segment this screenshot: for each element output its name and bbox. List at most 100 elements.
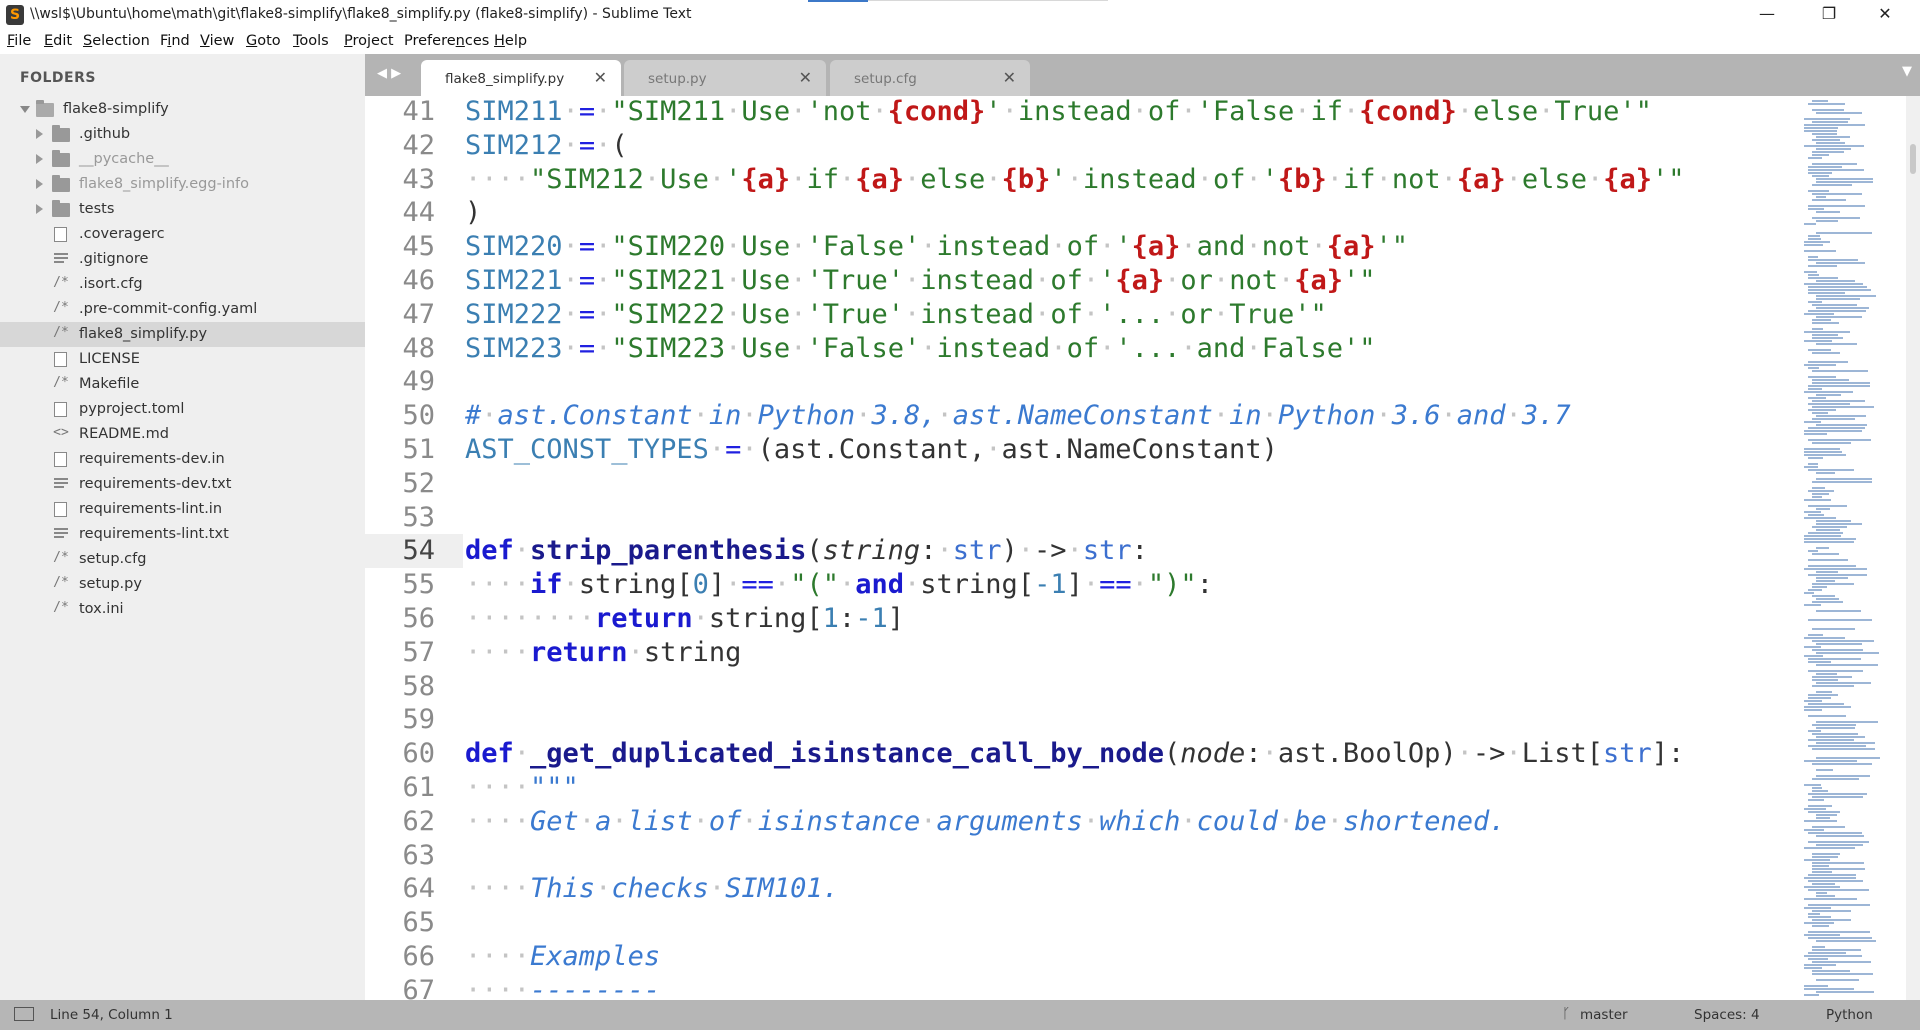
sidebar-item[interactable]: flake8-simplify (0, 97, 365, 122)
code-line[interactable]: SIM222·=·"SIM222·Use·'True'·instead·of·'… (465, 299, 1327, 330)
git-branch[interactable]: master (1580, 1007, 1628, 1023)
sidebar-item[interactable]: /* .pre-commit-config.yaml (0, 297, 365, 322)
minimap[interactable] (1800, 96, 1900, 1000)
sidebar-item[interactable]: requirements-dev.in (0, 447, 365, 472)
code-line[interactable]: AST_CONST_TYPES·=·(ast.Constant,·ast.Nam… (465, 434, 1278, 465)
vertical-scrollbar[interactable] (1906, 96, 1920, 1000)
line-number: 63 (402, 839, 435, 871)
sidebar-item-label: tox.ini (79, 601, 124, 617)
sidebar-item-label: requirements-lint.txt (79, 526, 229, 542)
sidebar-item[interactable]: <> README.md (0, 422, 365, 447)
code-line[interactable]: SIM221·=·"SIM221·Use·'True'·instead·of·'… (465, 265, 1376, 296)
indentation-setting[interactable]: Spaces: 4 (1694, 1007, 1760, 1023)
code-line[interactable]: ····"SIM212·Use·'{a}·if·{a}·else·{b}'·in… (465, 164, 1685, 195)
menu-item[interactable]: View (200, 33, 234, 49)
chevron-right-icon[interactable] (36, 179, 43, 189)
code-line[interactable]: SIM211·=·"SIM211·Use·'not·{cond}'·instea… (465, 96, 1652, 127)
line-number: 60 (402, 738, 435, 770)
tab[interactable]: flake8_simplify.py ✕ (421, 60, 621, 96)
menu-item[interactable]: Edit (44, 33, 72, 49)
code-editor[interactable]: 41 SIM211·=·"SIM211·Use·'not·{cond}'·inst… (365, 96, 1920, 1000)
menu-item[interactable]: File (7, 33, 31, 49)
sidebar-item[interactable]: /* setup.py (0, 572, 365, 597)
minimize-button[interactable]: — (1744, 0, 1790, 30)
chevron-right-icon[interactable] (36, 204, 43, 214)
folder-icon (52, 150, 70, 167)
sidebar-item[interactable]: .coveragerc (0, 222, 365, 247)
close-window-button[interactable]: ✕ (1862, 0, 1908, 30)
line-number: 46 (402, 265, 435, 296)
menu-item[interactable]: Goto (246, 33, 281, 49)
sidebar-item[interactable]: .gitignore (0, 247, 365, 272)
config-file-icon: /* (53, 550, 69, 565)
tab-nav-arrows-icon[interactable]: ◀ ▶ (377, 66, 401, 81)
sidebar-item[interactable]: tests (0, 197, 365, 222)
sidebar-item-label: setup.py (79, 576, 142, 592)
config-file-icon: /* (53, 600, 69, 615)
tab-dropdown-icon[interactable]: ▼ (1902, 64, 1912, 79)
sidebar-item[interactable]: LICENSE (0, 347, 365, 372)
code-line[interactable]: SIM212·=·( (465, 130, 628, 161)
sidebar-item[interactable]: requirements-dev.txt (0, 472, 365, 497)
sidebar-item[interactable]: /* tox.ini (0, 597, 365, 622)
tab-bar: ◀ ▶ flake8_simplify.py ✕ setup.py ✕ setup.cf… (365, 54, 1920, 96)
line-number: 67 (402, 974, 435, 1000)
sidebar-item[interactable]: /* flake8_simplify.py (0, 322, 365, 347)
sidebar-item[interactable]: requirements-lint.in (0, 497, 365, 522)
code-line[interactable]: def·_get_duplicated_isinstance_call_by_n… (465, 738, 1684, 769)
config-file-icon: /* (53, 300, 69, 315)
code-line[interactable]: ········return·string[1:-1] (465, 603, 904, 634)
sublime-text-logo-icon: S (6, 5, 24, 25)
menu-item[interactable]: Project (344, 33, 394, 49)
menu-item[interactable]: Help (494, 33, 527, 49)
menu-item[interactable]: Selection (83, 33, 150, 49)
code-line[interactable]: ····if·string[0]·==·"("·and·string[-1]·=… (465, 569, 1213, 600)
menu-item[interactable]: Tools (293, 33, 329, 49)
menu-item[interactable]: Find (160, 33, 190, 49)
code-line[interactable]: ····return·string (465, 637, 741, 668)
sidebar-item[interactable]: /* Makefile (0, 372, 365, 397)
syntax-selector[interactable]: Python (1826, 1007, 1873, 1023)
menu-item[interactable]: Preferences (404, 33, 489, 49)
sidebar-item[interactable]: flake8_simplify.egg-info (0, 172, 365, 197)
code-line[interactable]: ····Examples (465, 941, 660, 972)
chevron-down-icon[interactable] (20, 106, 30, 113)
tab[interactable]: setup.py ✕ (624, 60, 826, 96)
code-line[interactable]: #·ast.Constant·in·Python·3.8,·ast.NameCo… (465, 400, 1571, 431)
code-line[interactable]: ····Get·a·list·of·isinstance·arguments·w… (465, 806, 1506, 837)
line-number: 56 (402, 603, 435, 634)
line-number: 44 (402, 197, 435, 229)
code-line[interactable]: SIM223·=·"SIM223·Use·'False'·instead·of·… (465, 333, 1376, 364)
sidebar-item[interactable]: /* setup.cfg (0, 547, 365, 572)
folder-open-icon (36, 100, 54, 117)
code-line[interactable]: ) (465, 197, 481, 228)
tab[interactable]: setup.cfg ✕ (830, 60, 1030, 96)
maximize-button[interactable]: ❐ (1806, 0, 1852, 30)
sidebar-item[interactable]: .github (0, 122, 365, 147)
chevron-right-icon[interactable] (36, 154, 43, 164)
cursor-position: Line 54, Column 1 (50, 1007, 173, 1023)
sidebar-item[interactable]: __pycache__ (0, 147, 365, 172)
sidebar-item-label: requirements-dev.in (79, 451, 225, 467)
close-tab-icon[interactable]: ✕ (1003, 68, 1016, 87)
sidebar-item[interactable]: pyproject.toml (0, 397, 365, 422)
line-number: 49 (402, 366, 435, 398)
sidebar-item-label: .isort.cfg (79, 276, 143, 292)
tab-label: setup.py (648, 71, 707, 87)
code-line[interactable]: def·strip_parenthesis(string:·str)·->·st… (465, 535, 1148, 566)
scrollbar-thumb[interactable] (1910, 144, 1916, 174)
sidebar-item[interactable]: /* .isort.cfg (0, 272, 365, 297)
code-line[interactable]: SIM220·=·"SIM220·Use·'False'·instead·of·… (465, 231, 1408, 262)
code-line[interactable]: ····This·checks·SIM101. (465, 873, 839, 904)
code-line[interactable]: ····-------- (465, 975, 660, 1000)
sidebar-item-label: __pycache__ (79, 151, 169, 167)
close-tab-icon[interactable]: ✕ (799, 68, 812, 87)
toggle-panel-icon[interactable] (14, 1007, 34, 1021)
line-number: 45 (402, 231, 435, 263)
title-accent-line (808, 0, 1108, 2)
chevron-right-icon[interactable] (36, 129, 43, 139)
code-line[interactable]: ····""" (465, 772, 579, 803)
markdown-file-icon: <> (53, 425, 69, 440)
close-tab-icon[interactable]: ✕ (594, 68, 607, 87)
sidebar-item[interactable]: requirements-lint.txt (0, 522, 365, 547)
